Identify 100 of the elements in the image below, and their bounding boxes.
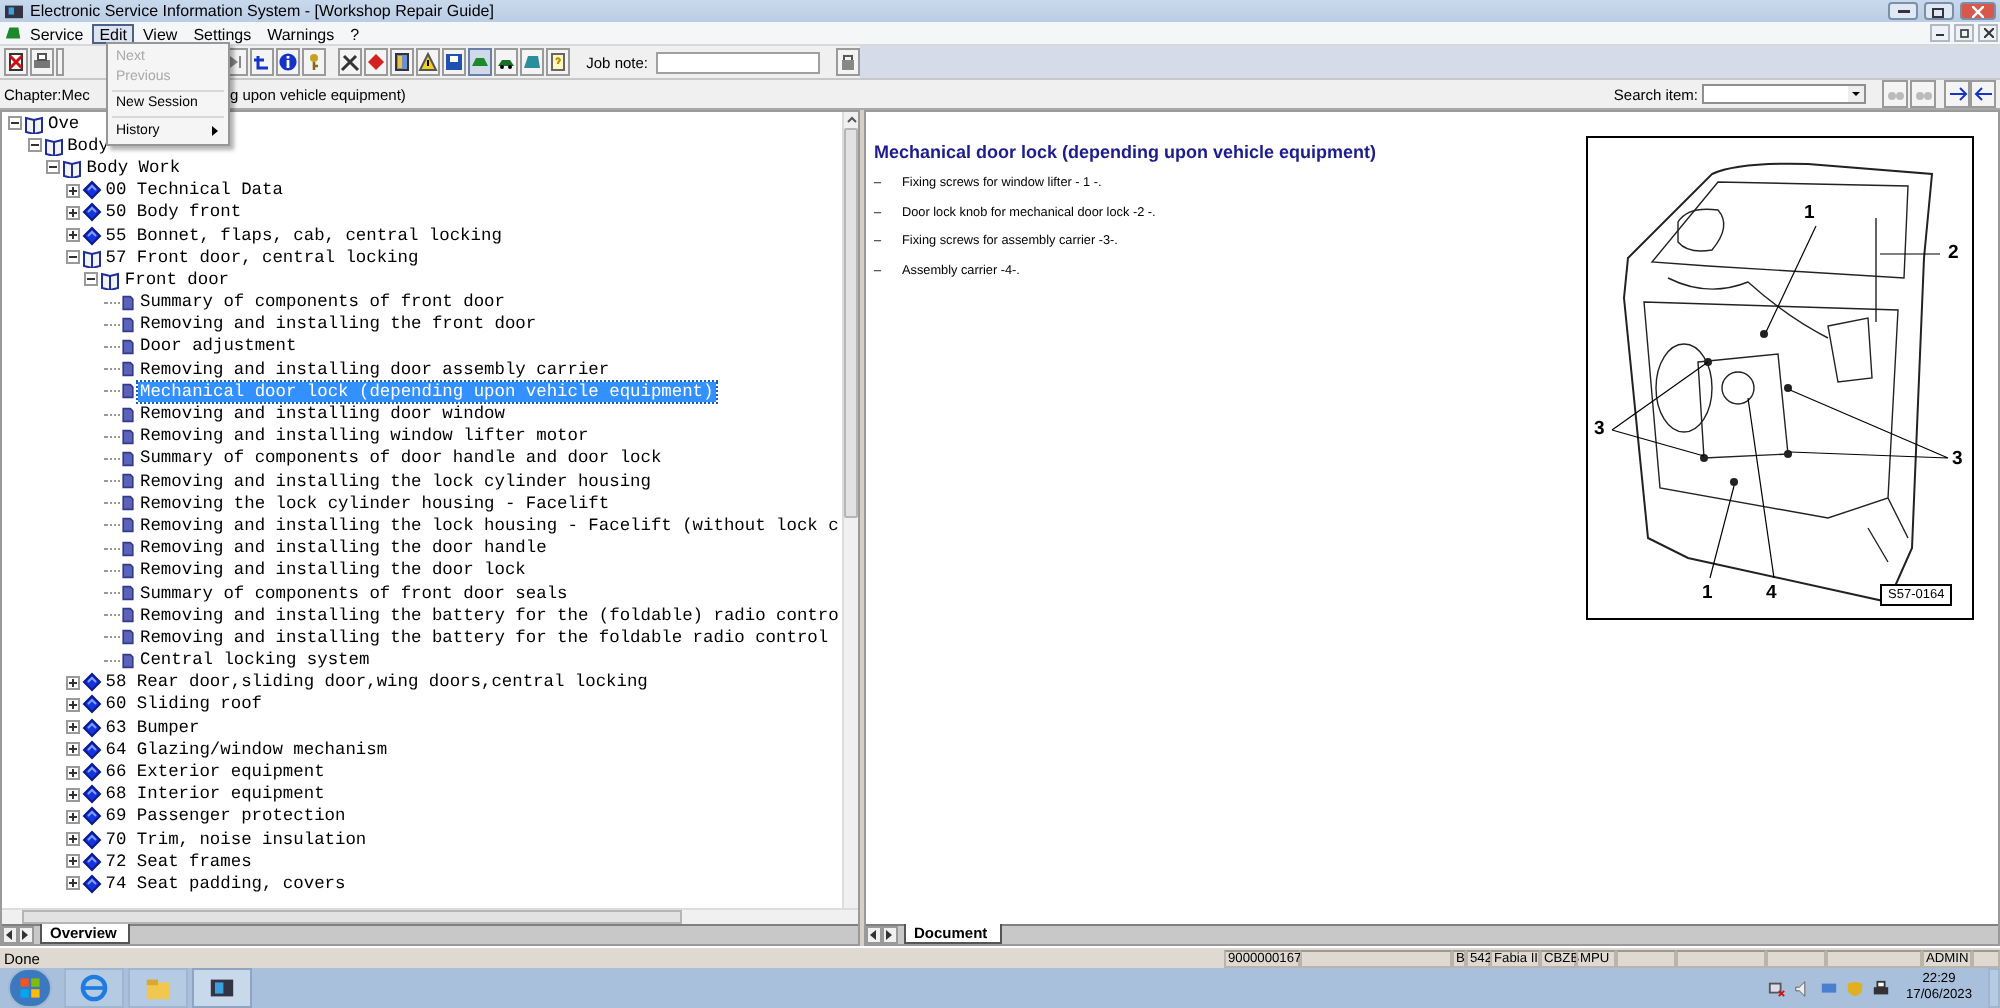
tree-item[interactable]: 69 Passenger protection — [103, 806, 348, 827]
tree-item[interactable]: Summary of components of front door seals — [138, 583, 570, 604]
tree-item[interactable]: 60 Sliding roof — [103, 694, 264, 715]
tree-item[interactable]: 64 Glazing/window mechanism — [103, 739, 390, 760]
tab-scroll-left[interactable] — [866, 926, 882, 944]
menu-item[interactable]: Edit — [91, 23, 135, 43]
toolbar-button[interactable] — [30, 48, 54, 76]
toolbar-button[interactable] — [494, 48, 519, 76]
expand-toggle[interactable] — [65, 854, 80, 869]
tree-item[interactable]: 68 Interior equipment — [103, 784, 327, 805]
tree-item[interactable]: Removing and installing window lifter motor — [138, 426, 591, 447]
tree-item[interactable]: Body Work — [84, 157, 183, 178]
minimize-button[interactable] — [1888, 2, 1918, 20]
expand-toggle[interactable] — [65, 742, 80, 757]
expand-toggle[interactable] — [65, 697, 80, 712]
tree-item[interactable]: 72 Seat frames — [103, 851, 254, 872]
toolbar-button[interactable] — [1944, 80, 1970, 108]
tree-item[interactable]: 55 Bonnet, flaps, cab, central locking — [103, 225, 504, 246]
tree-item[interactable]: 66 Exterior equipment — [103, 762, 327, 783]
tree-item[interactable]: Removing and installing the battery for the (foldable) radio contro — [138, 605, 841, 626]
tree-item[interactable]: Summary of components of front door — [138, 292, 507, 313]
window-title: Electronic Service Information System - [Workshop Repair Guide] — [30, 2, 496, 20]
menu-item[interactable]: ? — [342, 23, 368, 43]
horizontal-scrollbar[interactable] — [2, 908, 858, 924]
expand-toggle[interactable] — [65, 228, 80, 243]
tree-item[interactable]: Central locking system — [138, 650, 372, 671]
search-field[interactable] — [1702, 84, 1866, 104]
taskbar-button[interactable] — [192, 968, 252, 1008]
tree-item[interactable]: Removing and installing the lock cylinder housing — [138, 471, 653, 492]
tree-item[interactable]: Ove — [46, 113, 82, 134]
toolbar-button[interactable] — [1970, 80, 1996, 108]
restore-button[interactable] — [1954, 24, 1974, 42]
tree-item[interactable]: Removing and installing the lock housing - Facelift (without lock c — [138, 515, 841, 536]
expand-toggle[interactable] — [46, 160, 61, 175]
toolbar-button[interactable] — [836, 48, 860, 76]
toolbar-button[interactable] — [250, 48, 275, 76]
tools-icon — [340, 52, 361, 72]
expand-toggle[interactable] — [65, 765, 80, 780]
open-book-icon — [24, 113, 44, 134]
toolbar-button[interactable] — [390, 48, 415, 76]
vertical-scrollbar[interactable] — [842, 112, 858, 908]
open-book-icon — [81, 247, 102, 268]
tree-item[interactable]: Summary of components of door handle and door lock — [138, 448, 664, 469]
close-button[interactable] — [1978, 24, 1998, 42]
expand-toggle[interactable] — [65, 675, 80, 690]
menu-item[interactable]: Warnings — [259, 23, 343, 43]
expand-toggle[interactable] — [65, 876, 80, 891]
expand-toggle[interactable] — [84, 272, 99, 287]
tab-scroll-left[interactable] — [2, 926, 18, 944]
tree-item[interactable]: Front door — [122, 269, 232, 290]
expand-toggle[interactable] — [8, 116, 22, 131]
status-cell — [1766, 949, 1826, 967]
tree-item[interactable]: 57 Front door, central locking — [103, 247, 421, 268]
tree-item[interactable]: Removing and installing the door lock — [138, 560, 528, 581]
job-note-field[interactable] — [656, 51, 820, 73]
expand-toggle[interactable] — [65, 720, 80, 735]
minimize-icon — [1936, 31, 1944, 35]
tree-item[interactable]: Removing and installing the door handle — [138, 538, 549, 559]
leader-line — [1709, 485, 1735, 579]
toolbar-button[interactable] — [4, 48, 28, 76]
toolbar-button[interactable] — [276, 48, 301, 76]
tree-item[interactable]: 63 Bumper — [103, 717, 202, 738]
tab-scroll-right[interactable] — [882, 926, 898, 944]
close-icon — [1983, 28, 1993, 38]
status-cell — [1616, 949, 1676, 967]
expand-toggle[interactable] — [65, 205, 80, 220]
tree-item[interactable]: Removing and installing the front door — [138, 314, 539, 335]
windows-logo-icon — [18, 976, 42, 1000]
expand-toggle[interactable] — [65, 183, 80, 198]
restore-icon — [1959, 28, 1969, 38]
menu-item[interactable]: View — [134, 23, 186, 43]
expand-toggle[interactable] — [27, 138, 42, 153]
tree-item[interactable]: 58 Rear door,sliding door,wing doors,central locking — [103, 672, 650, 693]
restore-button[interactable] — [1924, 2, 1954, 20]
tree-item[interactable]: 70 Trim, noise insulation — [103, 829, 369, 850]
expand-toggle[interactable] — [65, 250, 80, 265]
tree-item[interactable]: Door adjustment — [138, 336, 299, 357]
app-icon — [208, 974, 236, 1002]
menu-item[interactable]: Settings — [185, 23, 260, 43]
tree-item[interactable]: 50 Body front — [103, 202, 244, 223]
start-button[interactable] — [8, 968, 52, 1008]
expand-toggle[interactable] — [65, 832, 80, 847]
tree-item[interactable]: 00 Technical Data — [103, 180, 285, 201]
expand-toggle[interactable] — [65, 809, 80, 824]
tree-item[interactable]: 74 Seat padding, covers — [103, 873, 348, 894]
toolbar-button[interactable] — [442, 48, 467, 76]
minimize-button[interactable] — [1930, 24, 1950, 42]
toolbar-button[interactable] — [338, 48, 363, 76]
arrow-right-icon — [1947, 84, 1967, 104]
tree-item[interactable]: Removing and installing door window — [138, 404, 507, 425]
toolbar-button[interactable] — [416, 48, 441, 76]
menu-item[interactable]: Service — [22, 23, 92, 43]
tree-item[interactable]: Removing and installing door assembly carrier — [138, 359, 612, 380]
tree-item[interactable]: Removing the lock cylinder housing - Facelift — [138, 493, 612, 514]
tree-item[interactable]: Body — [65, 135, 111, 156]
expand-toggle[interactable] — [65, 787, 80, 802]
tree-item[interactable]: Removing and installing the battery for the foldable radio control — [138, 627, 831, 648]
tab-scroll-right[interactable] — [18, 926, 34, 944]
submenu-arrow-icon — [212, 125, 218, 136]
leader-line — [1611, 361, 1709, 457]
